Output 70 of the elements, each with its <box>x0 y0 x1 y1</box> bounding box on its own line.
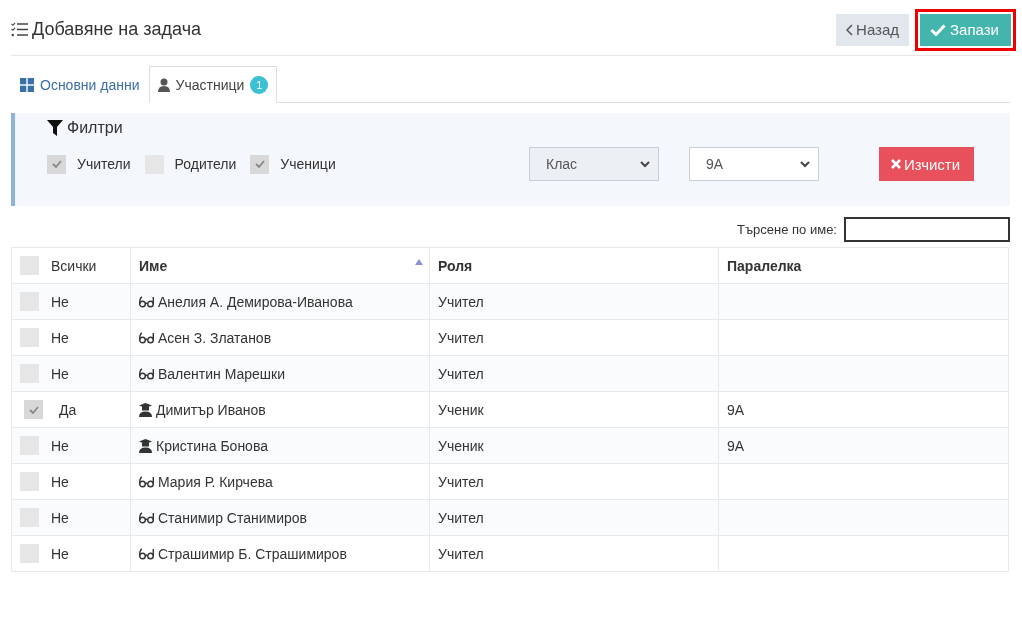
sort-icon[interactable] <box>415 259 423 265</box>
check-icon <box>28 405 39 414</box>
table-cell: Учител <box>438 329 484 346</box>
check-icon <box>254 160 265 168</box>
table-cell: Станимир Станимиров <box>158 509 307 526</box>
search-field[interactable] <box>844 217 1010 242</box>
checkbox-label: Учители <box>77 156 131 172</box>
column-header[interactable]: Роля <box>438 257 473 274</box>
count-badge: 1 <box>250 75 269 94</box>
table-cell: Учител <box>438 545 484 562</box>
chevron-down-icon <box>800 160 810 168</box>
row-checkbox[interactable] <box>20 472 39 491</box>
table-cell: Не <box>51 545 69 562</box>
table-cell: Не <box>51 473 69 490</box>
table-cell: Кристина Бонова <box>156 437 268 454</box>
table-cell: Димитър Иванов <box>156 401 266 418</box>
table-cell: Учител <box>438 473 484 490</box>
row-checkbox[interactable] <box>20 328 39 347</box>
table-cell: Страшимир Б. Страшимиров <box>158 545 347 562</box>
checkbox-label: Родители <box>174 156 237 172</box>
search-label: Търсене по име: <box>737 222 837 237</box>
glasses-icon <box>139 367 154 380</box>
table-cell: Учител <box>438 365 484 382</box>
table-cell: Ученик <box>438 401 484 418</box>
table-cell: 9А <box>727 401 745 418</box>
user-icon <box>157 77 170 92</box>
student-icon <box>139 438 152 453</box>
page-title: Добавяне на задача <box>32 19 202 40</box>
filter-title: Филтри <box>67 119 123 137</box>
table-cell: Мария Р. Кирчева <box>158 473 273 490</box>
checkbox[interactable] <box>250 154 270 174</box>
glasses-icon <box>139 511 154 524</box>
glasses-icon <box>139 331 154 344</box>
check-icon <box>51 160 62 168</box>
dropdown[interactable]: 9А <box>689 147 819 181</box>
column-header[interactable]: Паралелка <box>727 257 802 274</box>
checkbox-label: Ученици <box>280 156 336 172</box>
column-header[interactable]: Име <box>139 257 168 274</box>
table-cell: Не <box>51 365 69 382</box>
clear-button[interactable]: Изчисти <box>879 147 975 181</box>
close-icon <box>891 159 901 169</box>
task-list-icon <box>11 22 28 37</box>
glasses-icon <box>139 547 154 560</box>
table-cell: Анелия А. Демирова-Иванова <box>158 293 353 310</box>
table-cell: Ученик <box>438 437 484 454</box>
chevron-left-icon <box>846 23 854 36</box>
table-cell: Учител <box>438 293 484 310</box>
row-checkbox[interactable] <box>20 544 39 563</box>
table-cell: Валентин Марешки <box>158 365 286 382</box>
chevron-down-icon <box>640 160 650 168</box>
table-cell: Асен З. Златанов <box>158 329 272 346</box>
table-cell: Не <box>51 293 69 310</box>
table-cell: Не <box>51 329 69 346</box>
checkbox[interactable] <box>47 154 66 174</box>
check-icon <box>930 23 947 36</box>
back-button[interactable]: Назад <box>836 13 910 46</box>
table-cell: Да <box>59 401 77 418</box>
table-cell: Не <box>51 509 69 526</box>
column-header[interactable]: Всички <box>51 257 97 274</box>
glasses-icon <box>139 475 154 488</box>
tab[interactable]: Участници 1 <box>148 66 278 103</box>
grid-icon <box>20 78 34 92</box>
student-icon <box>139 402 152 417</box>
row-checkbox[interactable] <box>24 400 43 419</box>
table-cell: Учител <box>438 509 484 526</box>
table-cell: Не <box>51 437 69 454</box>
filter-icon <box>47 120 63 136</box>
table-cell: 9А <box>727 437 745 454</box>
glasses-icon <box>139 295 154 308</box>
select-all-checkbox[interactable] <box>20 256 39 275</box>
